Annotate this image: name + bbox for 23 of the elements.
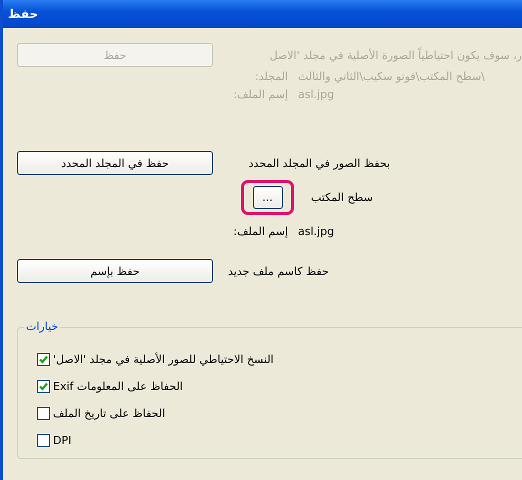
- field-value: \سطح المكتب\فوتو سكيب\الثاني والثالث: [298, 70, 485, 82]
- checkbox[interactable]: [37, 434, 50, 447]
- field-label: إسم الملف:: [232, 88, 288, 100]
- save-as-button[interactable]: حفظ بإسم: [17, 259, 213, 283]
- field-value: asl.jpg: [298, 224, 334, 238]
- description-text: حفظ كاسم ملف جديد: [228, 264, 329, 278]
- field-value: asl.jpg: [298, 88, 334, 100]
- folder-name: سطح المكتب: [311, 191, 373, 204]
- checkbox-label: DPI: [53, 434, 72, 447]
- checkbox-label: النسخ الاحتياطي للصور الأصلية في مجلد 'الاصل': [53, 353, 274, 366]
- checkbox-label: الحفاظ على تاريخ الملف: [53, 407, 166, 420]
- checkbox[interactable]: [37, 407, 50, 420]
- description-text: ر، سوف يكون احتياطياً الصورة الأصلية في مجلد 'الاصل: [270, 48, 522, 62]
- field-label: إسم الملف:: [232, 224, 288, 238]
- checkbox[interactable]: [37, 380, 50, 393]
- window-title: حفظ: [8, 7, 38, 21]
- description-text: بحفظ الصور في المجلد المحدد: [248, 156, 390, 170]
- group-title: خيارات: [24, 320, 60, 333]
- checkbox-label: الحفاظ على المعلومات Exif: [53, 380, 183, 393]
- save-to-folder-button[interactable]: حفظ في المجلد المحدد: [17, 151, 213, 175]
- field-label: المجلد:: [254, 70, 288, 82]
- browse-button[interactable]: ...: [252, 186, 282, 209]
- checkbox[interactable]: [37, 353, 50, 366]
